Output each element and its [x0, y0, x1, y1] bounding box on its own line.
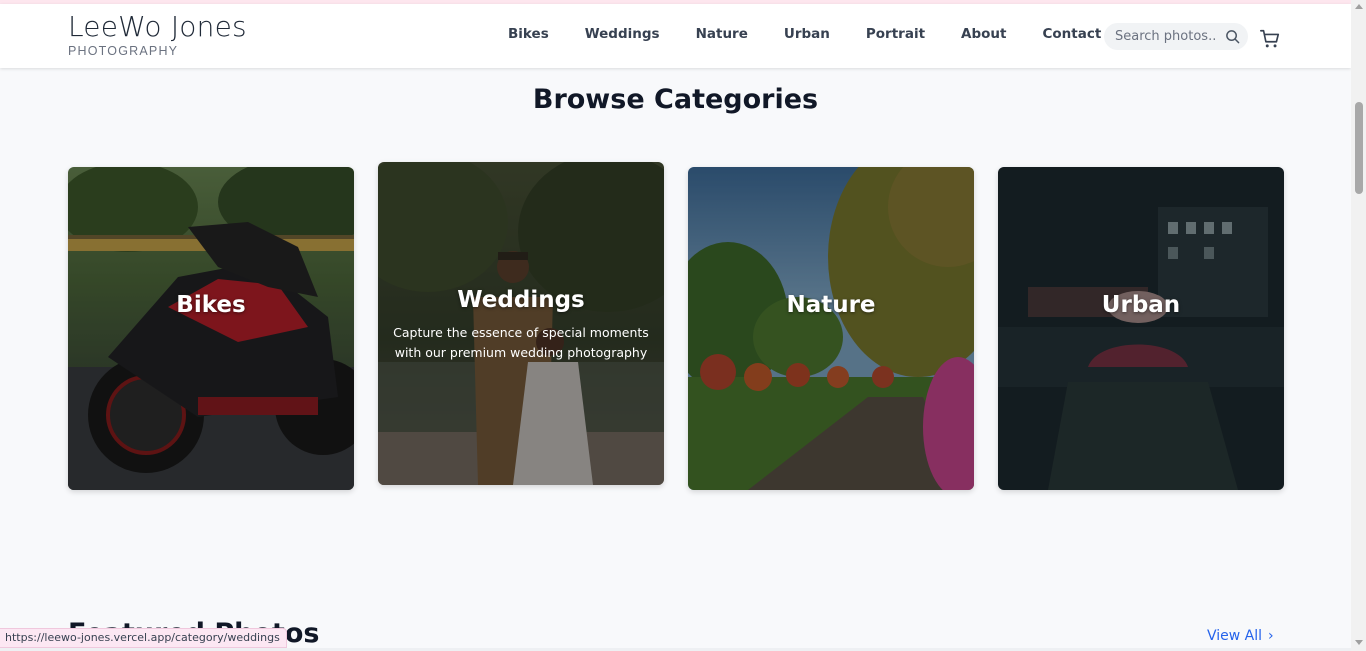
nav-link-contact[interactable]: Contact [1042, 26, 1101, 42]
brand-logo[interactable]: LeeWo Jones PHOTOGRAPHY [68, 10, 247, 58]
category-card-bikes[interactable]: Bikes [68, 167, 354, 490]
nav-link-weddings[interactable]: Weddings [585, 26, 660, 42]
scroll-up-arrow-icon[interactable] [1355, 4, 1363, 9]
category-card-urban[interactable]: Urban [998, 167, 1284, 490]
nav-link-portrait[interactable]: Portrait [866, 26, 925, 42]
brand-name: LeeWo Jones [68, 10, 247, 43]
nav-link-bikes[interactable]: Bikes [508, 26, 549, 42]
nav-link-urban[interactable]: Urban [784, 26, 830, 42]
site-header: LeeWo Jones PHOTOGRAPHY Bikes Weddings N… [0, 4, 1351, 68]
scroll-down-arrow-icon[interactable] [1355, 640, 1363, 645]
view-all-label: View All [1207, 628, 1263, 644]
brand-subtitle: PHOTOGRAPHY [68, 44, 179, 58]
category-title: Bikes [176, 292, 246, 318]
card-overlay [998, 167, 1284, 490]
chevron-right-icon: › [1268, 628, 1274, 644]
main-nav: Bikes Weddings Nature Urban Portrait Abo… [490, 26, 1119, 42]
category-title: Urban [1101, 292, 1181, 318]
search-icon[interactable] [1225, 29, 1240, 44]
category-title: Weddings [457, 287, 585, 313]
scrollbar-thumb[interactable] [1355, 102, 1363, 194]
cart-icon[interactable] [1259, 28, 1281, 50]
link-status-bar: https://leewo-jones.vercel.app/category/… [0, 628, 287, 648]
category-card-weddings[interactable]: Weddings Capture the essence of special … [378, 162, 664, 485]
search-input[interactable] [1115, 29, 1215, 44]
category-description: Capture the essence of special moments w… [393, 325, 649, 360]
card-overlay [68, 167, 354, 490]
category-title: Nature [786, 292, 876, 318]
view-all-link[interactable]: View All › [1207, 628, 1274, 644]
search-box [1104, 23, 1248, 50]
category-card-nature[interactable]: Nature [688, 167, 974, 490]
nav-link-about[interactable]: About [961, 26, 1006, 42]
card-overlay [688, 167, 974, 490]
browse-categories-heading: Browse Categories [532, 84, 819, 115]
page-scrollbar[interactable] [1351, 0, 1366, 651]
nav-link-nature[interactable]: Nature [696, 26, 748, 42]
